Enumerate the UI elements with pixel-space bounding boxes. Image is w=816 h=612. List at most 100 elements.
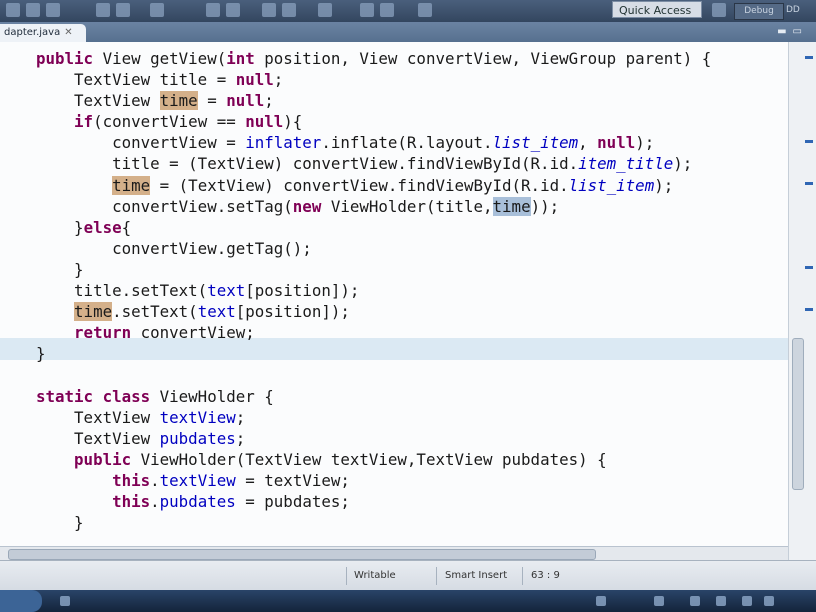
- open-perspective-icon[interactable]: [712, 3, 726, 17]
- overview-ruler-mark[interactable]: [805, 266, 813, 269]
- code-token: }: [36, 217, 84, 237]
- new-file-icon[interactable]: [6, 3, 20, 17]
- code-line[interactable]: convertView.setTag(new ViewHolder(title,…: [36, 196, 711, 217]
- code-line[interactable]: static class ViewHolder {: [36, 386, 711, 407]
- code-token: new: [292, 196, 331, 216]
- annotation-next-icon[interactable]: [318, 3, 332, 17]
- code-line[interactable]: if(convertView == null){: [36, 111, 711, 132]
- code-area[interactable]: public View getView(int position, View c…: [36, 48, 711, 533]
- code-token: ViewHolder {: [159, 386, 274, 406]
- overview-ruler-mark[interactable]: [805, 140, 813, 143]
- code-token: convertView =: [36, 133, 246, 153]
- code-token: time: [492, 196, 531, 216]
- code-token: .: [150, 491, 160, 511]
- code-line[interactable]: title = (TextView) convertView.findViewB…: [36, 153, 711, 174]
- open-type-icon[interactable]: [282, 3, 296, 17]
- volume-icon[interactable]: [716, 596, 726, 606]
- desktop-screen: Quick Access Debug DD dapter.java ✕ ▬▭ pu…: [0, 0, 816, 612]
- code-token: if: [74, 112, 94, 132]
- windows-icon[interactable]: [690, 596, 700, 606]
- code-token: text: [197, 302, 236, 322]
- print-icon[interactable]: [46, 3, 60, 17]
- horizontal-scroll-thumb[interactable]: [8, 549, 596, 560]
- code-line[interactable]: this.textView = textView;: [36, 470, 711, 491]
- overview-ruler-mark[interactable]: [805, 308, 813, 311]
- code-token: else: [83, 217, 122, 237]
- editor-window-controls[interactable]: ▬▭: [777, 26, 808, 37]
- code-token: position, View convertView, ViewGroup pa…: [264, 49, 712, 68]
- start-button[interactable]: [0, 590, 42, 612]
- code-token: title.setText(: [36, 281, 208, 301]
- code-token: time: [112, 175, 151, 195]
- help-icon[interactable]: [596, 596, 606, 606]
- code-token: ;: [235, 428, 246, 448]
- code-token: .: [150, 470, 160, 490]
- code-line[interactable]: }: [36, 343, 711, 364]
- code-line[interactable]: public ViewHolder(TextView textView,Text…: [36, 449, 711, 470]
- code-line[interactable]: TextView time = null;: [36, 90, 711, 111]
- avd-manager-icon[interactable]: [226, 3, 240, 17]
- search-icon[interactable]: [262, 3, 276, 17]
- back-icon[interactable]: [360, 3, 374, 17]
- taskbar-app-icon[interactable]: [60, 596, 70, 606]
- vertical-scrollbar[interactable]: [788, 42, 816, 560]
- tab-editor-file[interactable]: dapter.java ✕: [0, 24, 86, 42]
- code-token: =: [197, 91, 227, 111]
- code-line[interactable]: [36, 364, 711, 385]
- perspective-ddms-button[interactable]: DD: [786, 3, 814, 18]
- code-token: = (TextView) convertView.findViewById(R.…: [150, 175, 569, 195]
- code-token: );: [673, 154, 693, 174]
- overview-ruler-mark[interactable]: [805, 182, 813, 185]
- code-token: (convertView ==: [93, 112, 246, 132]
- debug-icon[interactable]: [96, 3, 110, 17]
- code-line[interactable]: }: [36, 512, 711, 533]
- code-line[interactable]: TextView textView;: [36, 407, 711, 428]
- overview-ruler-mark[interactable]: [805, 56, 813, 59]
- horizontal-scrollbar[interactable]: [0, 546, 788, 561]
- code-token: null: [245, 112, 284, 132]
- battery-icon[interactable]: [742, 596, 752, 606]
- code-token: View getView(: [102, 49, 227, 68]
- code-editor[interactable]: public View getView(int position, View c…: [0, 42, 788, 546]
- code-token: );: [654, 175, 674, 195]
- code-line[interactable]: TextView title = null;: [36, 69, 711, 90]
- code-line[interactable]: title.setText(text[position]);: [36, 280, 711, 301]
- android-sdk-icon[interactable]: [206, 3, 220, 17]
- code-line[interactable]: }else{: [36, 217, 711, 238]
- code-token: time: [74, 302, 113, 322]
- code-token: item_title: [578, 154, 674, 174]
- code-line[interactable]: TextView pubdates;: [36, 428, 711, 449]
- code-line[interactable]: convertView.getTag();: [36, 238, 711, 259]
- code-line[interactable]: convertView = inflater.inflate(R.layout.…: [36, 132, 711, 153]
- code-token: text: [207, 281, 246, 301]
- code-token: .setText(: [112, 302, 198, 322]
- quick-access-input[interactable]: Quick Access: [612, 1, 702, 18]
- external-tools-icon[interactable]: [150, 3, 164, 17]
- code-token: return: [74, 323, 141, 343]
- code-token: ;: [273, 70, 284, 90]
- code-token: TextView: [36, 91, 160, 111]
- code-line[interactable]: }: [36, 259, 711, 280]
- code-token: textView: [159, 470, 236, 490]
- code-line[interactable]: public View getView(int position, View c…: [36, 48, 711, 69]
- code-token: this: [112, 470, 151, 490]
- code-token: static class: [36, 386, 160, 406]
- vertical-scroll-thumb[interactable]: [792, 338, 804, 490]
- forward-icon[interactable]: [380, 3, 394, 17]
- code-token: list_item: [568, 175, 655, 195]
- close-icon[interactable]: ✕: [64, 27, 72, 38]
- status-bar: Writable Smart Insert 63 : 9: [0, 560, 816, 591]
- run-icon[interactable]: [116, 3, 130, 17]
- next-edit-icon[interactable]: [418, 3, 432, 17]
- code-token: .inflate(R.layout.: [321, 133, 493, 153]
- network-icon[interactable]: [654, 596, 664, 606]
- code-line[interactable]: time = (TextView) convertView.findViewBy…: [36, 175, 711, 196]
- code-line[interactable]: this.pubdates = pubdates;: [36, 491, 711, 512]
- code-line[interactable]: return convertView;: [36, 322, 711, 343]
- flag-icon[interactable]: [764, 596, 774, 606]
- code-line[interactable]: time.setText(text[position]);: [36, 301, 711, 322]
- os-taskbar: [0, 590, 816, 612]
- code-token: title = (TextView) convertView.findViewB…: [36, 154, 579, 174]
- perspective-debug-button[interactable]: Debug: [734, 3, 784, 20]
- save-icon[interactable]: [26, 3, 40, 17]
